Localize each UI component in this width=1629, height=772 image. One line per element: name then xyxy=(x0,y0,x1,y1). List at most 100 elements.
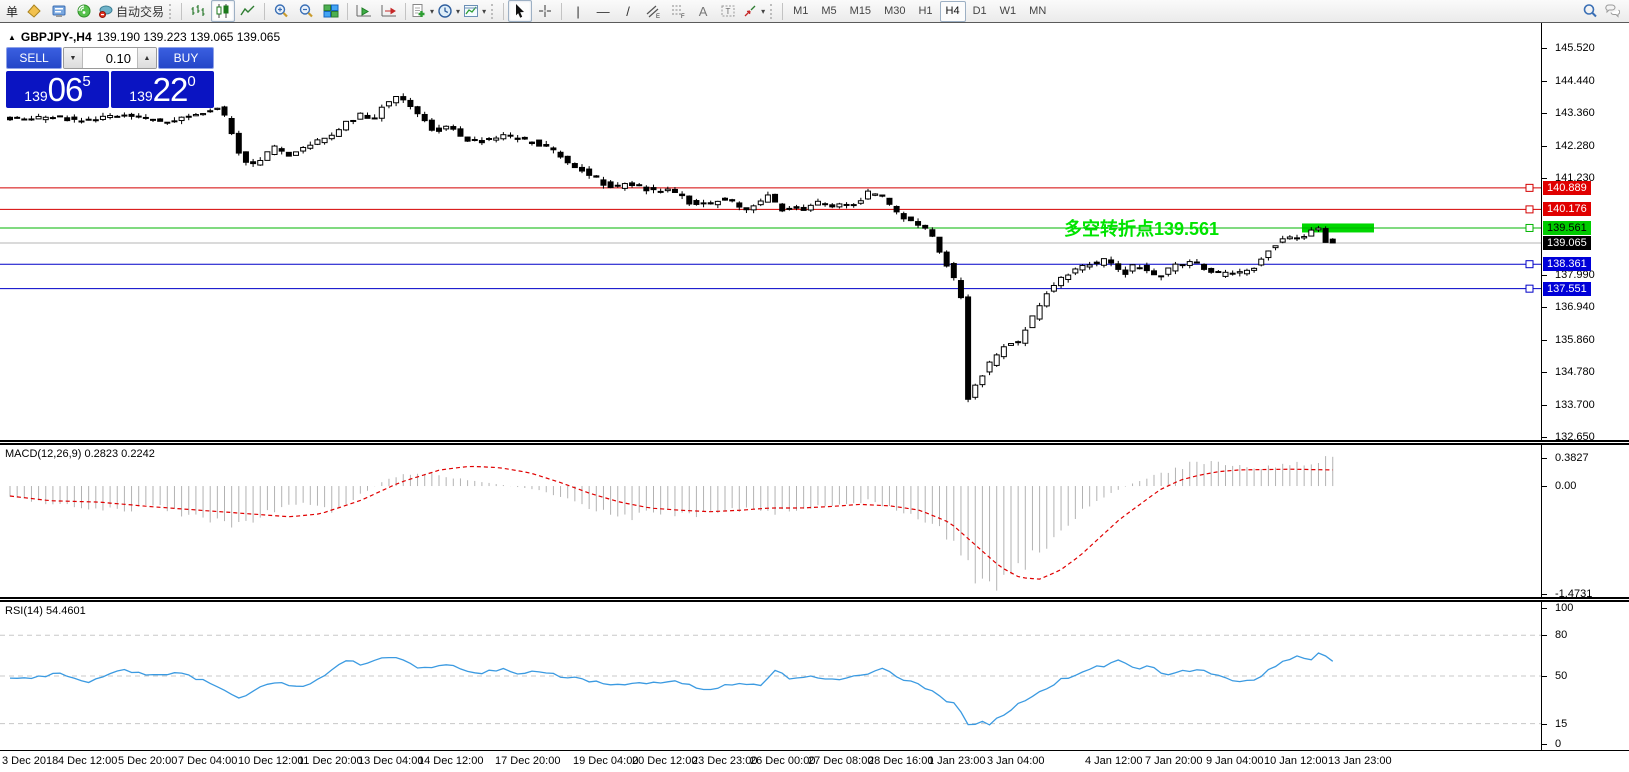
axis-tick-label: 0 xyxy=(1555,738,1561,750)
clock-icon xyxy=(437,3,453,19)
tf-w1[interactable]: W1 xyxy=(994,1,1023,22)
indicators-button[interactable]: ▾ xyxy=(410,0,435,22)
equidistant-channel-tool[interactable]: E xyxy=(641,0,665,22)
signals-icon xyxy=(76,3,92,19)
time-label: 27 Dec 08:00 xyxy=(808,755,873,767)
menu-fragment-label[interactable]: 单 xyxy=(3,3,21,20)
auto-scroll-button[interactable] xyxy=(352,0,376,22)
cursor-button[interactable] xyxy=(508,0,532,22)
trendline-tool[interactable]: / xyxy=(616,0,640,22)
axis-tick-mark xyxy=(1542,307,1547,308)
toolbar-grip[interactable] xyxy=(491,4,496,19)
sell-button[interactable]: SELL xyxy=(6,47,62,69)
macd-panel: 0.38270.00-1.4731 MACD(12,26,9) 0.2823 0… xyxy=(0,445,1629,597)
axis-tick-mark xyxy=(1542,372,1547,373)
new-order-icon xyxy=(26,3,42,19)
crosshair-button[interactable] xyxy=(533,0,557,22)
time-axis: 3 Dec 20184 Dec 12:005 Dec 20:007 Dec 04… xyxy=(0,750,1629,772)
signals-button[interactable] xyxy=(72,0,96,22)
axis-tick-label: 134.780 xyxy=(1555,366,1595,378)
autotrade-label: 自动交易 xyxy=(116,3,164,20)
dropdown-caret: ▾ xyxy=(430,7,434,16)
buy-button[interactable]: BUY xyxy=(158,47,214,69)
rsi-chart[interactable] xyxy=(0,602,1541,750)
candlestick-chart-button[interactable] xyxy=(211,0,235,22)
volume-down-button[interactable]: ▼ xyxy=(64,48,83,68)
svg-text:E: E xyxy=(656,14,660,19)
tf-h4[interactable]: H4 xyxy=(940,1,966,22)
zoom-in-button[interactable] xyxy=(269,0,293,22)
toolbar-grip[interactable] xyxy=(169,4,174,19)
axis-tick-mark xyxy=(1542,437,1547,438)
collapse-triangle-icon[interactable]: ▲ xyxy=(8,33,16,42)
line-handle[interactable] xyxy=(1526,206,1533,213)
templates-button[interactable]: ▾ xyxy=(462,0,487,22)
candlestick-chart[interactable] xyxy=(0,23,1541,440)
rsi-axis: 1008050150 xyxy=(1541,602,1629,750)
axis-tick-label: 144.440 xyxy=(1555,75,1595,87)
axis-tick-mark xyxy=(1542,405,1547,406)
buy-price-sup: 0 xyxy=(187,73,195,90)
macd-chart[interactable] xyxy=(0,445,1541,597)
buy-price-tile[interactable]: 139220 xyxy=(111,71,214,108)
vertical-line-tool[interactable]: | xyxy=(566,0,590,22)
volume-up-button[interactable]: ▲ xyxy=(137,48,156,68)
time-label: 11 Dec 20:00 xyxy=(298,755,363,767)
bar-chart-button[interactable] xyxy=(186,0,210,22)
sell-price-tile[interactable]: 139065 xyxy=(6,71,109,108)
dropdown-caret: ▾ xyxy=(456,7,460,16)
tf-mn[interactable]: MN xyxy=(1023,1,1052,22)
search-icon[interactable] xyxy=(1582,3,1598,19)
terminal-button[interactable] xyxy=(47,0,71,22)
zoom-out-button[interactable] xyxy=(294,0,318,22)
tf-m30[interactable]: M30 xyxy=(878,1,911,22)
line-handle[interactable] xyxy=(1526,261,1533,268)
line-handle[interactable] xyxy=(1526,184,1533,191)
one-click-trade-panel: SELL ▼ 0.10 ▲ BUY 139065 139220 xyxy=(6,47,214,108)
arrows-tool[interactable]: ▾ xyxy=(741,0,766,22)
chart-shift-button[interactable] xyxy=(377,0,401,22)
axis-tick-mark xyxy=(1542,744,1547,745)
line-handle[interactable] xyxy=(1526,285,1533,292)
buy-price-big: 22 xyxy=(153,72,188,108)
axis-tick-mark xyxy=(1542,48,1547,49)
axis-tick-label: 0.00 xyxy=(1555,480,1576,492)
chart-shift-icon xyxy=(381,3,397,19)
chart-title: ▲ GBPJPY-,H4 139.190 139.223 139.065 139… xyxy=(8,30,280,44)
axis-tick-mark xyxy=(1542,635,1547,636)
indicators-icon xyxy=(411,3,427,19)
text-label-tool[interactable]: T xyxy=(716,0,740,22)
tf-m5[interactable]: M5 xyxy=(815,1,842,22)
axis-tick-label: 136.940 xyxy=(1555,301,1595,313)
svg-text:T: T xyxy=(726,7,731,16)
periods-button[interactable]: ▾ xyxy=(436,0,461,22)
volume-stepper: ▼ 0.10 ▲ xyxy=(63,47,157,69)
line-chart-button[interactable] xyxy=(236,0,260,22)
axis-tick-mark xyxy=(1542,486,1547,487)
axis-tick-mark xyxy=(1542,81,1547,82)
tf-m1[interactable]: M1 xyxy=(787,1,814,22)
tile-windows-button[interactable] xyxy=(319,0,343,22)
horizontal-line-tool[interactable]: — xyxy=(591,0,615,22)
axis-tick-label: 132.650 xyxy=(1555,431,1595,440)
toolbar-separator xyxy=(782,3,783,20)
toolbar-separator xyxy=(561,3,562,20)
volume-value[interactable]: 0.10 xyxy=(83,48,137,68)
axis-tick-mark xyxy=(1542,458,1547,459)
toolbar-grip[interactable] xyxy=(770,4,775,19)
text-tool[interactable]: A xyxy=(691,0,715,22)
chat-icon[interactable] xyxy=(1604,3,1620,19)
tf-h1[interactable]: H1 xyxy=(912,1,938,22)
sell-price-sup: 5 xyxy=(82,73,90,90)
tf-d1[interactable]: D1 xyxy=(967,1,993,22)
trend-annotation-text[interactable]: 多空转折点139.561 xyxy=(1064,215,1219,241)
arrows-icon xyxy=(742,3,758,19)
new-order-button[interactable] xyxy=(22,0,46,22)
tf-m15[interactable]: M15 xyxy=(844,1,877,22)
fibonacci-tool[interactable]: F xyxy=(666,0,690,22)
toolbar: 单 自动交易 ▾ ▾ ▾ | — / E F A T ▾ M1 M5 M15 M… xyxy=(0,0,1629,23)
bar-chart-icon xyxy=(190,3,206,19)
line-handle[interactable] xyxy=(1526,224,1533,231)
time-label: 13 Jan 23:00 xyxy=(1328,755,1392,767)
autotrade-button[interactable]: 自动交易 xyxy=(97,0,165,22)
